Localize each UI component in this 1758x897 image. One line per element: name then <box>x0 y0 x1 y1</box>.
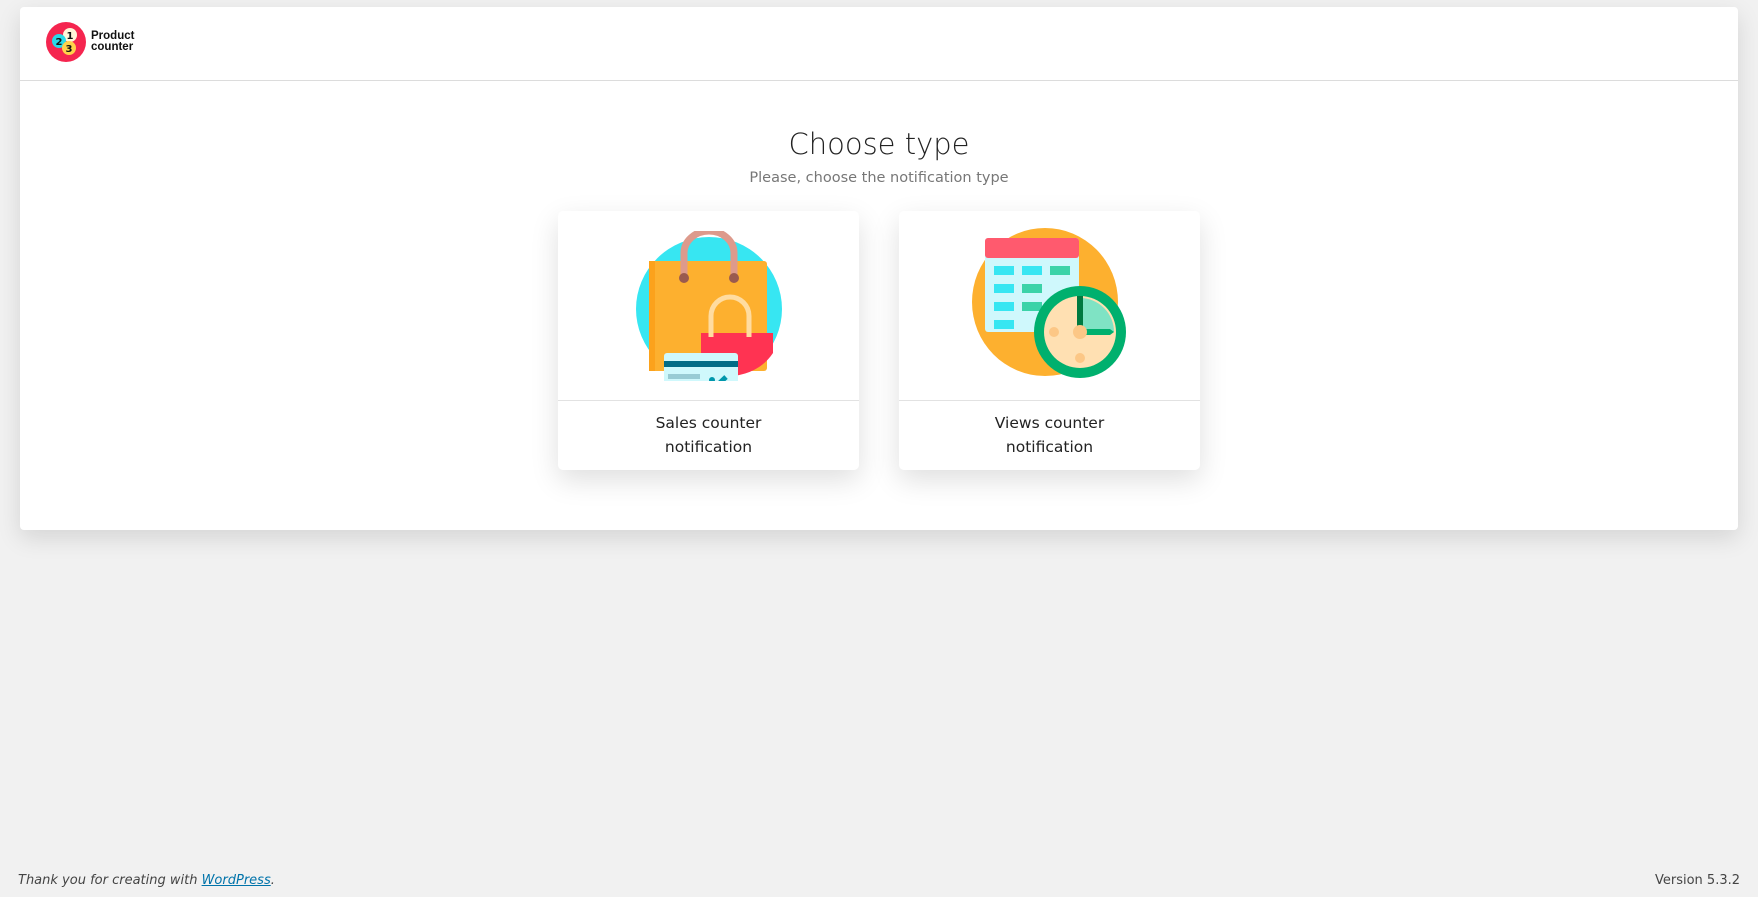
views-counter-card[interactable]: Views counter notification <box>899 211 1200 470</box>
footer-text: Thank you for creating with <box>18 873 202 888</box>
page-title: Choose type <box>788 127 970 161</box>
logo[interactable]: 1 2 3 Product counter <box>45 21 134 63</box>
svg-text:2: 2 <box>56 37 63 48</box>
shopping-bags-icon <box>635 230 782 381</box>
svg-text:1: 1 <box>67 31 74 42</box>
footer-suffix: . <box>270 873 275 888</box>
header: 1 2 3 Product counter <box>20 7 1738 81</box>
card-title-line2: notification <box>1005 438 1094 456</box>
wordpress-link[interactable]: WordPress <box>202 873 271 888</box>
logo-icon: 1 2 3 <box>46 22 86 62</box>
card-title-line1: Views counter <box>994 414 1105 432</box>
svg-text:3: 3 <box>66 44 73 55</box>
main-panel: 1 2 3 Product counter Choose type Please,… <box>20 7 1738 530</box>
sales-counter-card[interactable]: Sales counter notification <box>558 211 859 470</box>
logo-line2: counter <box>91 41 134 53</box>
calendar-clock-icon <box>971 227 1126 378</box>
page-subtitle: Please, choose the notification type <box>749 170 1009 186</box>
card-title-line1: Sales counter <box>655 414 762 432</box>
footer-thanks: Thank you for creating with WordPress. <box>18 873 275 888</box>
card-title-line2: notification <box>664 438 753 456</box>
version-label: Version 5.3.2 <box>1654 873 1740 888</box>
